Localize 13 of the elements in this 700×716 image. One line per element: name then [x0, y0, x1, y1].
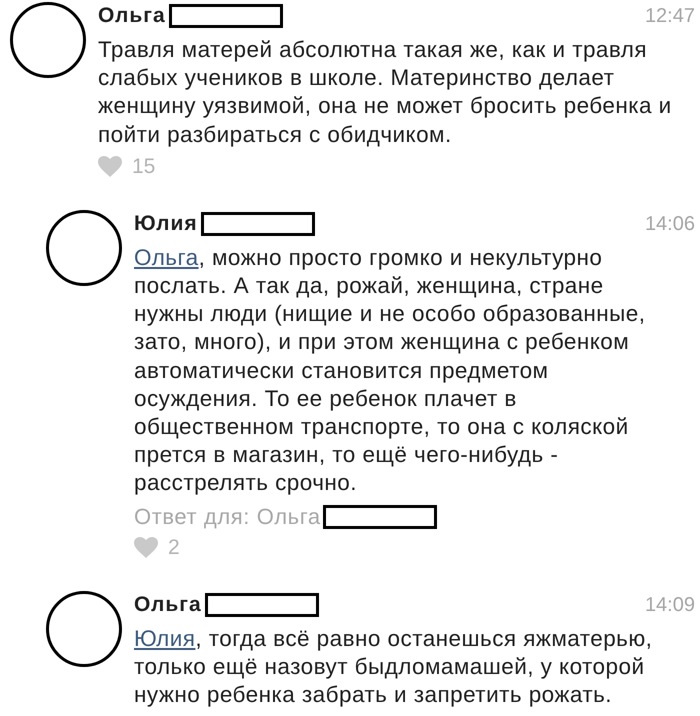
comment-text: Травля матерей абсолютна такая же, как и травля слабых учеников в школе. Материнство делает женщину уязвимой, она не может бросить ребенка и пойти разбираться с обидчиком. — [98, 36, 673, 149]
heart-icon — [98, 156, 122, 178]
mention-link[interactable]: Юлия — [134, 626, 196, 651]
mention-link[interactable]: Ольга — [134, 244, 199, 270]
author-name[interactable]: Ольга — [134, 592, 202, 618]
timestamp: 12:47 — [644, 4, 695, 29]
comment-text: Юлия, тогда всё равно останешься яжматерью, только ещё назовут быдломамашей, у которой нужно ребенка забрать и запретить рожать. — [134, 624, 654, 710]
comment-text: Ольга, можно просто громко и некультурно послать. А так да, рожай, женщина, стране нужны люди (нищие и не особо образованные, зато, много), и при этом женщина с ребенком автоматически становится предметом осуждения. То ее ребенок плачет в общественном транспорте, то она с коляской прется в магазин, то ещё чего-нибудь - расстрелять срочно. — [134, 244, 646, 498]
timestamp: 14:09 — [644, 592, 695, 618]
timestamp: 14:06 — [644, 212, 695, 237]
author-name[interactable]: Ольга — [98, 3, 166, 29]
heart-icon — [134, 537, 158, 558]
author-name[interactable]: Юлия — [134, 210, 198, 237]
